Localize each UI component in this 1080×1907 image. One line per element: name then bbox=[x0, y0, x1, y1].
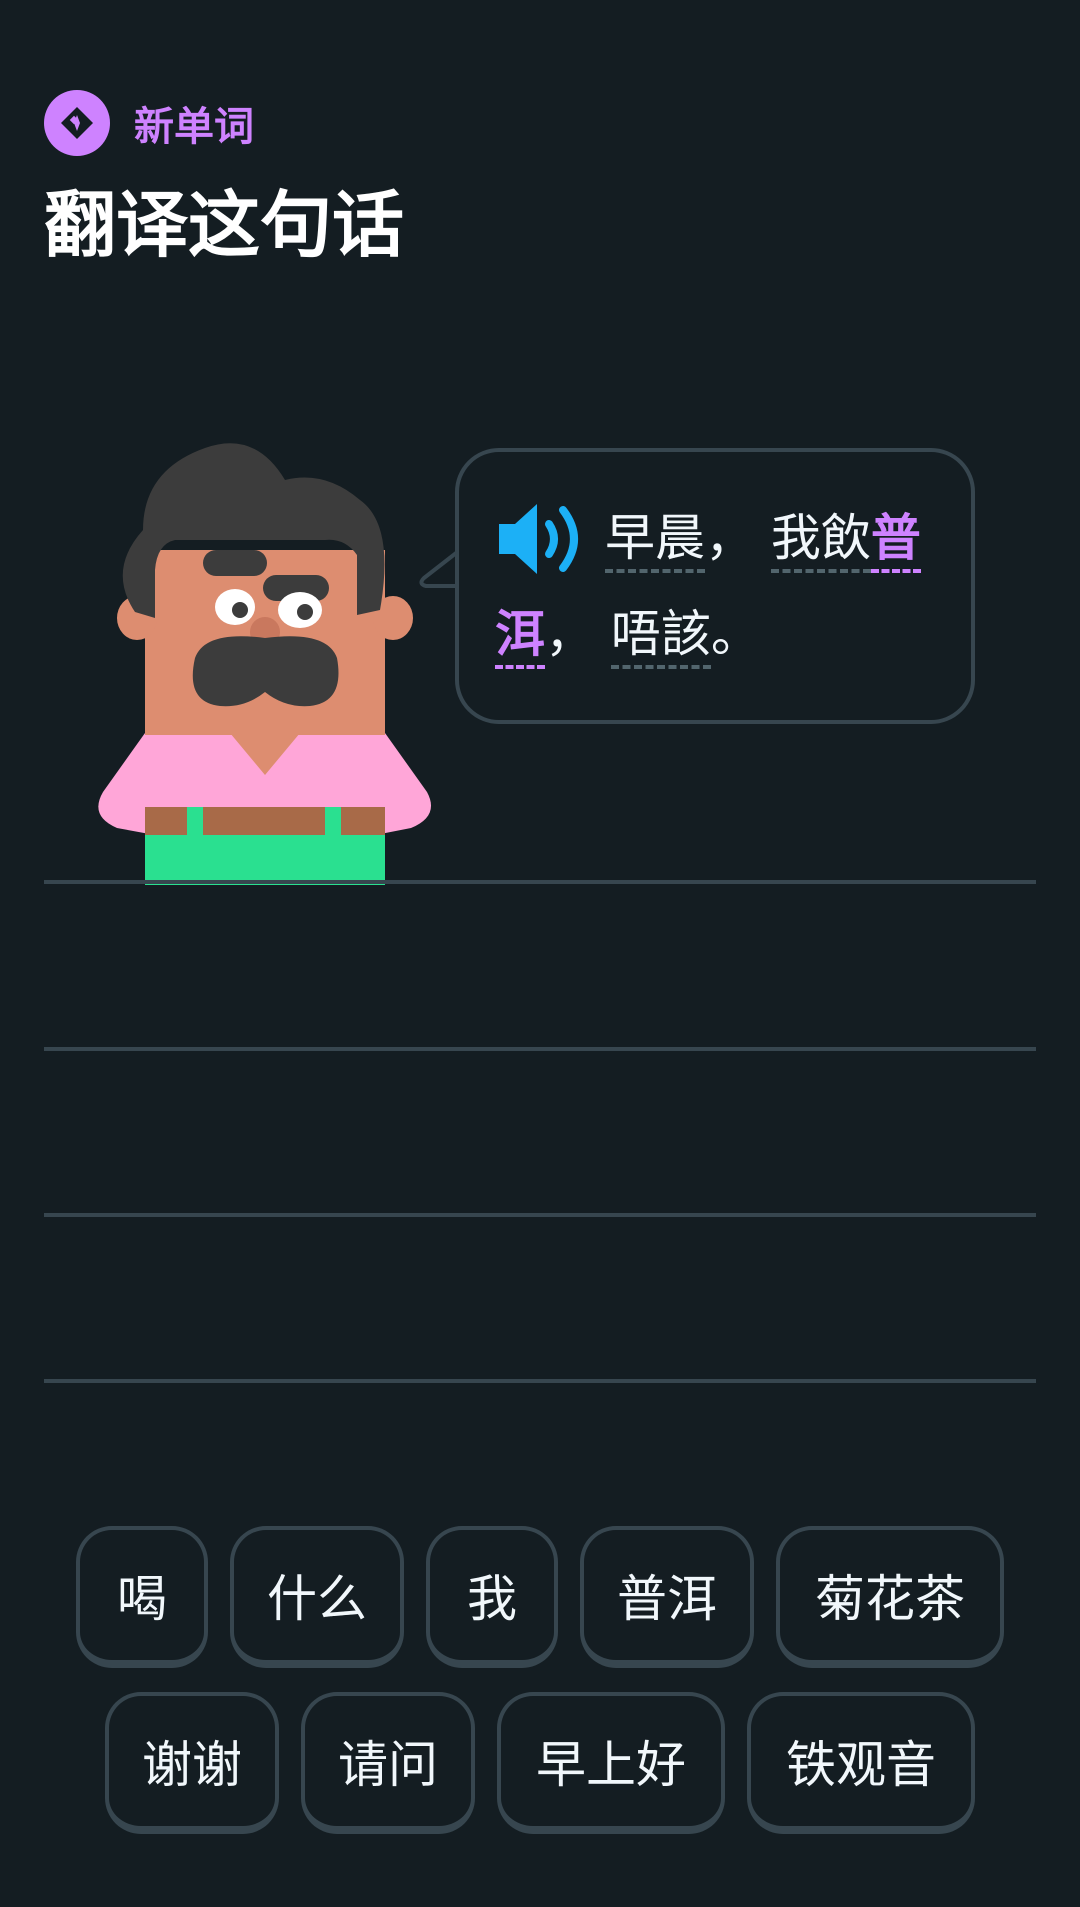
answer-line bbox=[44, 1379, 1036, 1383]
word-tile[interactable]: 喝 bbox=[76, 1526, 208, 1668]
character-illustration bbox=[98, 443, 432, 885]
word-tile[interactable]: 谢谢 bbox=[105, 1692, 279, 1834]
word-bank-row: 谢谢 请问 早上好 铁观音 bbox=[0, 1692, 1080, 1834]
word-tile[interactable]: 早上好 bbox=[497, 1692, 725, 1834]
prompt-word[interactable]: 我飲 bbox=[770, 509, 871, 573]
prompt-word[interactable]: 唔該 bbox=[610, 605, 711, 669]
new-word-badge: 新单词 bbox=[44, 90, 254, 156]
word-tile[interactable]: 菊花茶 bbox=[776, 1526, 1004, 1668]
word-tile[interactable]: 铁观音 bbox=[747, 1692, 975, 1834]
prompt-punctuation: ， bbox=[705, 509, 755, 567]
prompt-word[interactable]: 早晨 bbox=[605, 509, 705, 573]
answer-line bbox=[44, 880, 1036, 884]
word-bank-row: 喝 什么 我 普洱 菊花茶 bbox=[0, 1526, 1080, 1668]
new-word-label: 新单词 bbox=[134, 104, 254, 150]
page-title: 翻译这句话 bbox=[44, 182, 405, 267]
word-bank: 喝 什么 我 普洱 菊花茶 谢谢 请问 早上好 铁观音 bbox=[0, 1526, 1080, 1858]
word-tile[interactable]: 请问 bbox=[301, 1692, 475, 1834]
word-tile[interactable]: 我 bbox=[426, 1526, 558, 1668]
answer-line bbox=[44, 1047, 1036, 1051]
word-tile[interactable]: 什么 bbox=[230, 1526, 404, 1668]
prompt-sentence: 早晨， 我飲普洱， 唔該。 bbox=[495, 490, 935, 682]
prompt-punctuation: 。 bbox=[710, 605, 761, 663]
prompt-punctuation: ， bbox=[545, 605, 595, 663]
answer-line bbox=[44, 1213, 1036, 1217]
speech-bubble: 早晨， 我飲普洱， 唔該。 bbox=[455, 448, 975, 724]
new-word-icon bbox=[44, 90, 110, 156]
word-tile[interactable]: 普洱 bbox=[580, 1526, 754, 1668]
